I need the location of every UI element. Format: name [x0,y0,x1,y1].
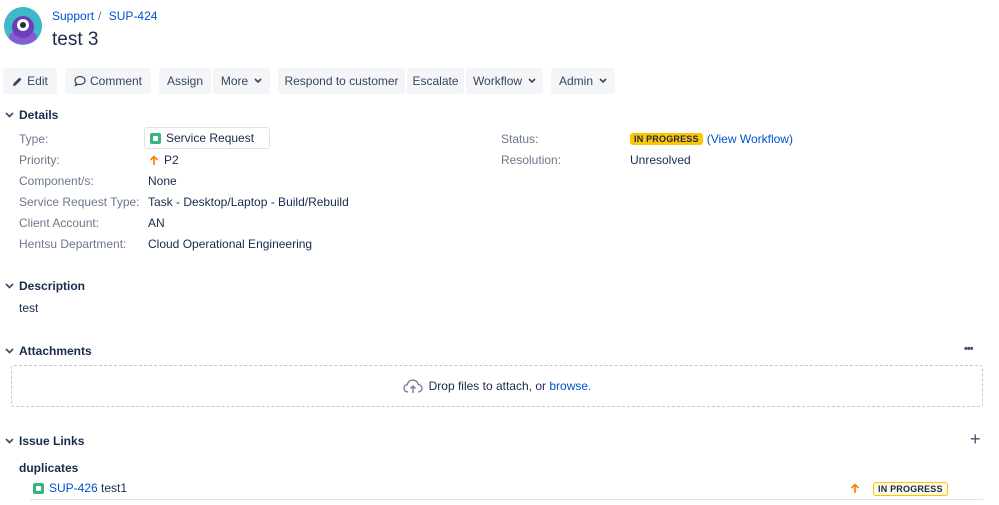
status-label: Status: [501,132,539,146]
comment-button-label: Comment [89,74,142,88]
priority-field[interactable]: P2 [149,153,179,167]
escalate-button-label: Escalate [412,74,459,88]
view-workflow-link[interactable]: (View Workflow) [707,132,793,146]
details-section-toggle[interactable]: Details [5,108,58,122]
project-avatar-icon [4,7,42,45]
comment-icon [74,75,86,87]
linked-issue-row: SUP-426 test1 [33,481,127,495]
drop-files-text: Drop files to attach, or [428,379,546,393]
type-field[interactable]: Service Request [144,127,270,149]
assign-button[interactable]: Assign [159,68,211,94]
admin-dropdown[interactable]: Admin [551,68,615,94]
linked-issue-status-badge: IN PROGRESS [873,482,948,496]
issue-links-heading: Issue Links [19,434,85,448]
client-account-value[interactable]: AN [148,216,165,230]
attachments-menu-icon[interactable]: ••• [964,343,974,355]
chevron-down-icon [528,78,536,84]
more-dropdown-label: More [220,74,249,88]
edit-button[interactable]: Edit [3,68,57,94]
linked-issue-key[interactable]: SUP-426 [49,481,98,495]
description-section-toggle[interactable]: Description [5,279,85,293]
browse-link[interactable]: browse. [549,379,591,393]
assign-button-label: Assign [166,74,204,88]
breadcrumb-project-link[interactable]: Support [52,9,94,23]
department-value[interactable]: Cloud Operational Engineering [148,237,312,251]
type-label: Type: [19,132,49,146]
cloud-upload-icon [402,378,423,393]
comment-button[interactable]: Comment [65,68,151,94]
workflow-dropdown-label: Workflow [472,74,523,88]
chevron-down-icon [5,283,15,289]
chevron-down-icon [5,348,15,354]
type-value: Service Request [166,131,255,145]
service-request-type-value[interactable]: Task - Desktop/Laptop - Build/Rebuild [148,195,349,209]
chevron-down-icon [254,78,262,84]
components-value[interactable]: None [148,174,177,188]
project-avatar[interactable] [4,7,42,45]
client-account-label: Client Account: [19,216,100,230]
chevron-down-icon [5,438,15,444]
attachment-dropzone[interactable]: Drop files to attach, or browse. [11,365,983,407]
workflow-dropdown[interactable]: Workflow [466,68,543,94]
service-request-icon [150,132,161,144]
admin-dropdown-label: Admin [558,74,593,88]
link-row-divider [30,499,983,500]
link-relation-label: duplicates [19,461,79,475]
components-label: Component/s: [19,174,94,188]
description-heading: Description [19,279,86,293]
resolution-label: Resolution: [501,153,562,167]
attachments-section-toggle[interactable]: Attachments [5,344,92,358]
priority-arrow-up-icon [850,483,860,493]
more-dropdown[interactable]: More [213,68,270,94]
breadcrumb-separator: / [98,9,102,23]
service-request-icon [33,482,44,494]
resolution-value: Unresolved [630,153,691,167]
respond-to-customer-button[interactable]: Respond to customer [278,68,405,94]
priority-value: P2 [164,153,179,167]
issue-links-section-toggle[interactable]: Issue Links [5,434,84,448]
breadcrumb-issue-link[interactable]: SUP-424 [109,9,158,23]
service-request-type-label: Service Request Type: [19,195,140,209]
status-badge: IN PROGRESS [630,133,703,145]
department-label: Hentsu Department: [19,237,127,251]
edit-button-label: Edit [27,74,48,88]
description-text[interactable]: test [19,301,38,315]
details-heading: Details [19,108,59,122]
issue-title[interactable]: test 3 [52,29,98,51]
respond-button-label: Respond to customer [284,74,399,88]
priority-label: Priority: [19,153,60,167]
chevron-down-icon [599,78,607,84]
chevron-down-icon [5,112,15,118]
add-link-button[interactable]: + [970,429,981,450]
pencil-icon [13,77,22,86]
attachments-heading: Attachments [19,344,92,358]
status-field: IN PROGRESS (View Workflow) [630,132,793,146]
escalate-button[interactable]: Escalate [407,68,464,94]
linked-issue-summary[interactable]: test1 [101,481,127,495]
breadcrumb: Support / SUP-424 [52,9,157,23]
priority-arrow-up-icon [149,154,159,165]
